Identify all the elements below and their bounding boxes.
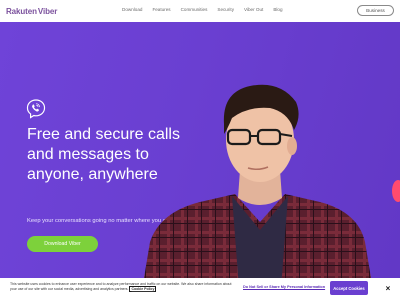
hero-section: Free and secure calls and messages to an… bbox=[0, 22, 400, 278]
nav-item-blog[interactable]: Blog bbox=[273, 7, 282, 12]
main-nav: Download Features Communities Security V… bbox=[122, 7, 293, 12]
logo-viber-text: Viber bbox=[37, 6, 58, 16]
nav-item-features[interactable]: Features bbox=[152, 7, 170, 12]
rakuten-viber-logo[interactable]: Rakuten Viber bbox=[6, 5, 57, 17]
accept-cookies-button[interactable]: Accept Cookies bbox=[330, 281, 368, 295]
hero-person-image bbox=[144, 84, 371, 278]
nav-item-download[interactable]: Download bbox=[122, 7, 142, 12]
logo-rakuten-text: Rakuten bbox=[6, 6, 37, 16]
nav-item-security[interactable]: Security bbox=[217, 7, 234, 12]
business-button[interactable]: Business bbox=[357, 5, 394, 16]
close-icon[interactable]: × bbox=[383, 282, 393, 294]
cookie-text: This website uses cookies to enhance use… bbox=[10, 282, 232, 292]
top-header: Rakuten Viber Download Features Communit… bbox=[0, 0, 400, 22]
do-not-sell-link[interactable]: Do Not Sell or Share My Personal Informa… bbox=[243, 285, 325, 289]
download-viber-button[interactable]: Download Viber bbox=[27, 236, 98, 252]
side-accent-shape bbox=[392, 180, 400, 202]
cookie-body-text: This website uses cookies to enhance use… bbox=[10, 282, 232, 291]
nav-item-communities[interactable]: Communities bbox=[181, 7, 208, 12]
viber-phone-bubble-icon bbox=[26, 99, 46, 119]
nav-item-viber-out[interactable]: Viber Out bbox=[244, 7, 263, 12]
cookie-banner: This website uses cookies to enhance use… bbox=[0, 278, 400, 300]
cookie-policy-link[interactable]: Cookie Policy bbox=[129, 286, 157, 292]
